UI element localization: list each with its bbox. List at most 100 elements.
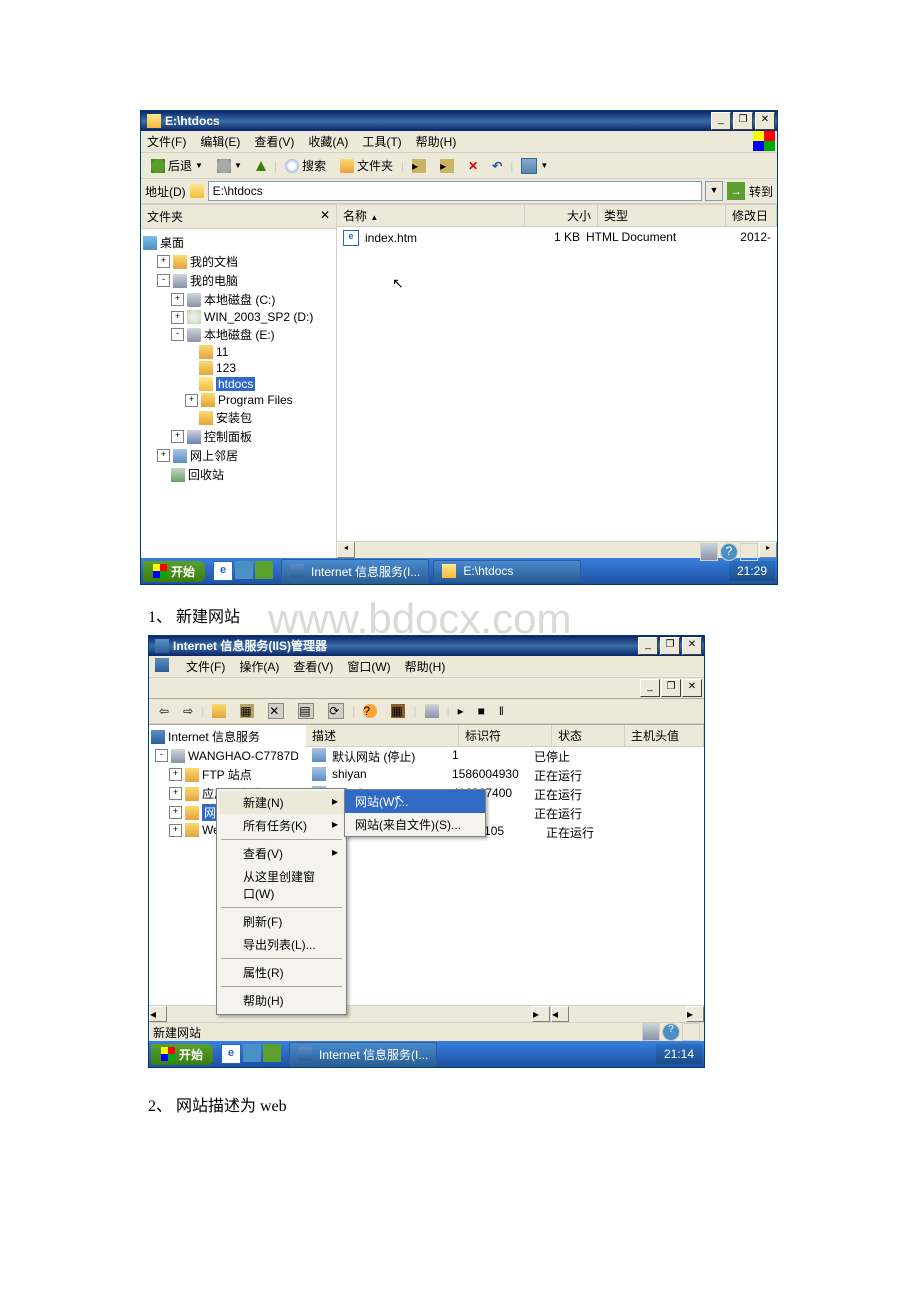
views-button[interactable]: ▼	[515, 156, 554, 176]
toolbar-button[interactable]: ✕	[262, 701, 290, 721]
mdi-restore-button[interactable]: ❐	[661, 679, 681, 697]
go-button[interactable]: →	[727, 182, 745, 200]
menu-item-new-site-from-file[interactable]: 网站(来自文件)(S)...	[345, 813, 485, 836]
expand-button[interactable]: +	[171, 430, 184, 443]
help-button[interactable]: ?	[357, 702, 383, 720]
pause-button[interactable]: ‖	[493, 702, 510, 720]
start-button[interactable]: 开始	[151, 1044, 213, 1065]
tree-item-desktop[interactable]: 桌面	[143, 233, 334, 252]
system-tray-clock[interactable]: 21:29	[729, 561, 775, 581]
delete-button[interactable]: ✕	[462, 157, 484, 175]
tree-item-mydocs[interactable]: +我的文档	[143, 252, 334, 271]
tree-item-iis-root[interactable]: Internet 信息服务	[151, 727, 304, 746]
tree-item-control[interactable]: +控制面板	[143, 427, 334, 446]
expand-button[interactable]: +	[171, 311, 184, 324]
up-button[interactable]	[250, 159, 272, 173]
maximize-button[interactable]: ❐	[733, 112, 753, 130]
ie-quicklaunch[interactable]: e	[221, 1044, 241, 1064]
taskbar-item-iis[interactable]: Internet 信息服务(I...	[289, 1042, 437, 1067]
tree-item-htdocs[interactable]: htdocs	[143, 376, 334, 392]
taskbar-item-iis[interactable]: Internet 信息服务(I...	[281, 559, 429, 584]
expand-button[interactable]: +	[157, 449, 170, 462]
tree-item-drive-e[interactable]: -本地磁盘 (E:)	[143, 325, 334, 344]
mdi-close-button[interactable]: ✕	[682, 679, 702, 697]
site-row[interactable]: shiyan1586004930正在运行	[306, 766, 704, 785]
menu-help[interactable]: 帮助(H)	[416, 133, 457, 150]
col-desc[interactable]: 描述	[306, 725, 459, 746]
copy-to-button[interactable]: ▸	[406, 157, 432, 175]
properties-button[interactable]: ▤	[292, 701, 320, 721]
menu-item-all-tasks[interactable]: 所有任务(K)	[219, 814, 344, 837]
tree-item-drive-d[interactable]: +WIN_2003_SP2 (D:)	[143, 309, 334, 325]
col-size[interactable]: 大小	[525, 205, 598, 226]
taskbar-item-explorer[interactable]: E:\htdocs	[433, 560, 581, 582]
collapse-button[interactable]: -	[157, 274, 170, 287]
minimize-button[interactable]: _	[711, 112, 731, 130]
col-status[interactable]: 状态	[552, 725, 625, 746]
ie-quicklaunch[interactable]: e	[213, 561, 233, 581]
menu-fav[interactable]: 收藏(A)	[308, 133, 348, 150]
tree-item-folder[interactable]: 11	[143, 344, 334, 360]
stop-button[interactable]: ■	[472, 702, 491, 720]
nav-forward-button[interactable]: ⇨	[177, 702, 199, 720]
file-row[interactable]: eindex.htm 1 KB HTML Document 2012-	[337, 229, 777, 247]
menu-tools[interactable]: 工具(T)	[362, 133, 401, 150]
menu-help[interactable]: 帮助(H)	[405, 658, 446, 675]
nav-back-button[interactable]: ⇦	[153, 702, 175, 720]
col-host[interactable]: 主机头值	[625, 725, 704, 746]
expand-button[interactable]: +	[157, 255, 170, 268]
col-id[interactable]: 标识符	[459, 725, 552, 746]
menu-item-help[interactable]: 帮助(H)	[219, 989, 344, 1012]
up-button[interactable]	[206, 702, 232, 720]
menu-item-properties[interactable]: 属性(R)	[219, 961, 344, 984]
menu-file[interactable]: 文件(F)	[186, 658, 225, 675]
start-button[interactable]: 开始	[143, 561, 205, 582]
tree-item-folder[interactable]: 123	[143, 360, 334, 376]
tree-item-drive-c[interactable]: +本地磁盘 (C:)	[143, 290, 334, 309]
minimize-button[interactable]: _	[638, 637, 658, 655]
forward-button[interactable]: ▼	[211, 157, 248, 175]
help-icon[interactable]: ?	[662, 1023, 680, 1041]
expand-button[interactable]: +	[171, 293, 184, 306]
menu-item-new-site[interactable]: 网站(W)...↖	[345, 790, 485, 813]
scrollbar-horizontal[interactable]: ◂ ? ▸	[337, 541, 777, 558]
menu-item-export[interactable]: 导出列表(L)...	[219, 933, 344, 956]
toolbar-button[interactable]: ▦	[385, 702, 411, 720]
close-tree-button[interactable]: ✕	[320, 208, 330, 225]
back-button[interactable]: 后退▼	[145, 155, 209, 176]
toolbar-button[interactable]	[419, 702, 445, 720]
tree-item-recycle[interactable]: 回收站	[143, 465, 334, 484]
close-button[interactable]: ✕	[682, 637, 702, 655]
tree-item-server[interactable]: -WANGHAO-C7787D4(本地)	[151, 746, 304, 765]
menu-item-view[interactable]: 查看(V)	[219, 842, 344, 865]
system-tray-clock[interactable]: 21:14	[656, 1044, 702, 1064]
menu-item-new[interactable]: 新建(N) 网站(W)...↖ 网站(来自文件)(S)...	[219, 791, 344, 814]
expand-button[interactable]: +	[185, 394, 198, 407]
collapse-button[interactable]: -	[171, 328, 184, 341]
menu-edit[interactable]: 编辑(E)	[200, 133, 240, 150]
menu-view[interactable]: 查看(V)	[293, 658, 333, 675]
help-icon[interactable]: ?	[720, 543, 738, 561]
tree-item-progfiles[interactable]: +Program Files	[143, 392, 334, 408]
refresh-button[interactable]: ⟳	[322, 701, 350, 721]
tree-item-ftp[interactable]: +FTP 站点	[151, 765, 304, 784]
toolbar-button[interactable]: ▦	[234, 702, 260, 720]
play-button[interactable]: ▸	[452, 702, 470, 720]
menu-view[interactable]: 查看(V)	[254, 133, 294, 150]
col-name[interactable]: 名称 ▲	[337, 205, 525, 226]
menu-file[interactable]: 文件(F)	[147, 133, 186, 150]
site-row[interactable]: 默认网站 (停止)1已停止	[306, 747, 704, 766]
quicklaunch-item[interactable]	[255, 561, 273, 579]
move-to-button[interactable]: ▸	[434, 157, 460, 175]
undo-button[interactable]: ↶	[486, 157, 508, 175]
menu-action[interactable]: 操作(A)	[239, 658, 279, 675]
menu-window[interactable]: 窗口(W)	[347, 658, 390, 675]
address-dropdown[interactable]: ▼	[705, 181, 723, 201]
maximize-button[interactable]: ❐	[660, 637, 680, 655]
address-input[interactable]	[208, 181, 702, 201]
menu-item-new-window[interactable]: 从这里创建窗口(W)	[219, 865, 344, 905]
close-button[interactable]: ✕	[755, 112, 775, 130]
tree-item-mycomp[interactable]: -我的电脑	[143, 271, 334, 290]
col-modified[interactable]: 修改日	[726, 205, 777, 226]
tree-item-network[interactable]: +网上邻居	[143, 446, 334, 465]
